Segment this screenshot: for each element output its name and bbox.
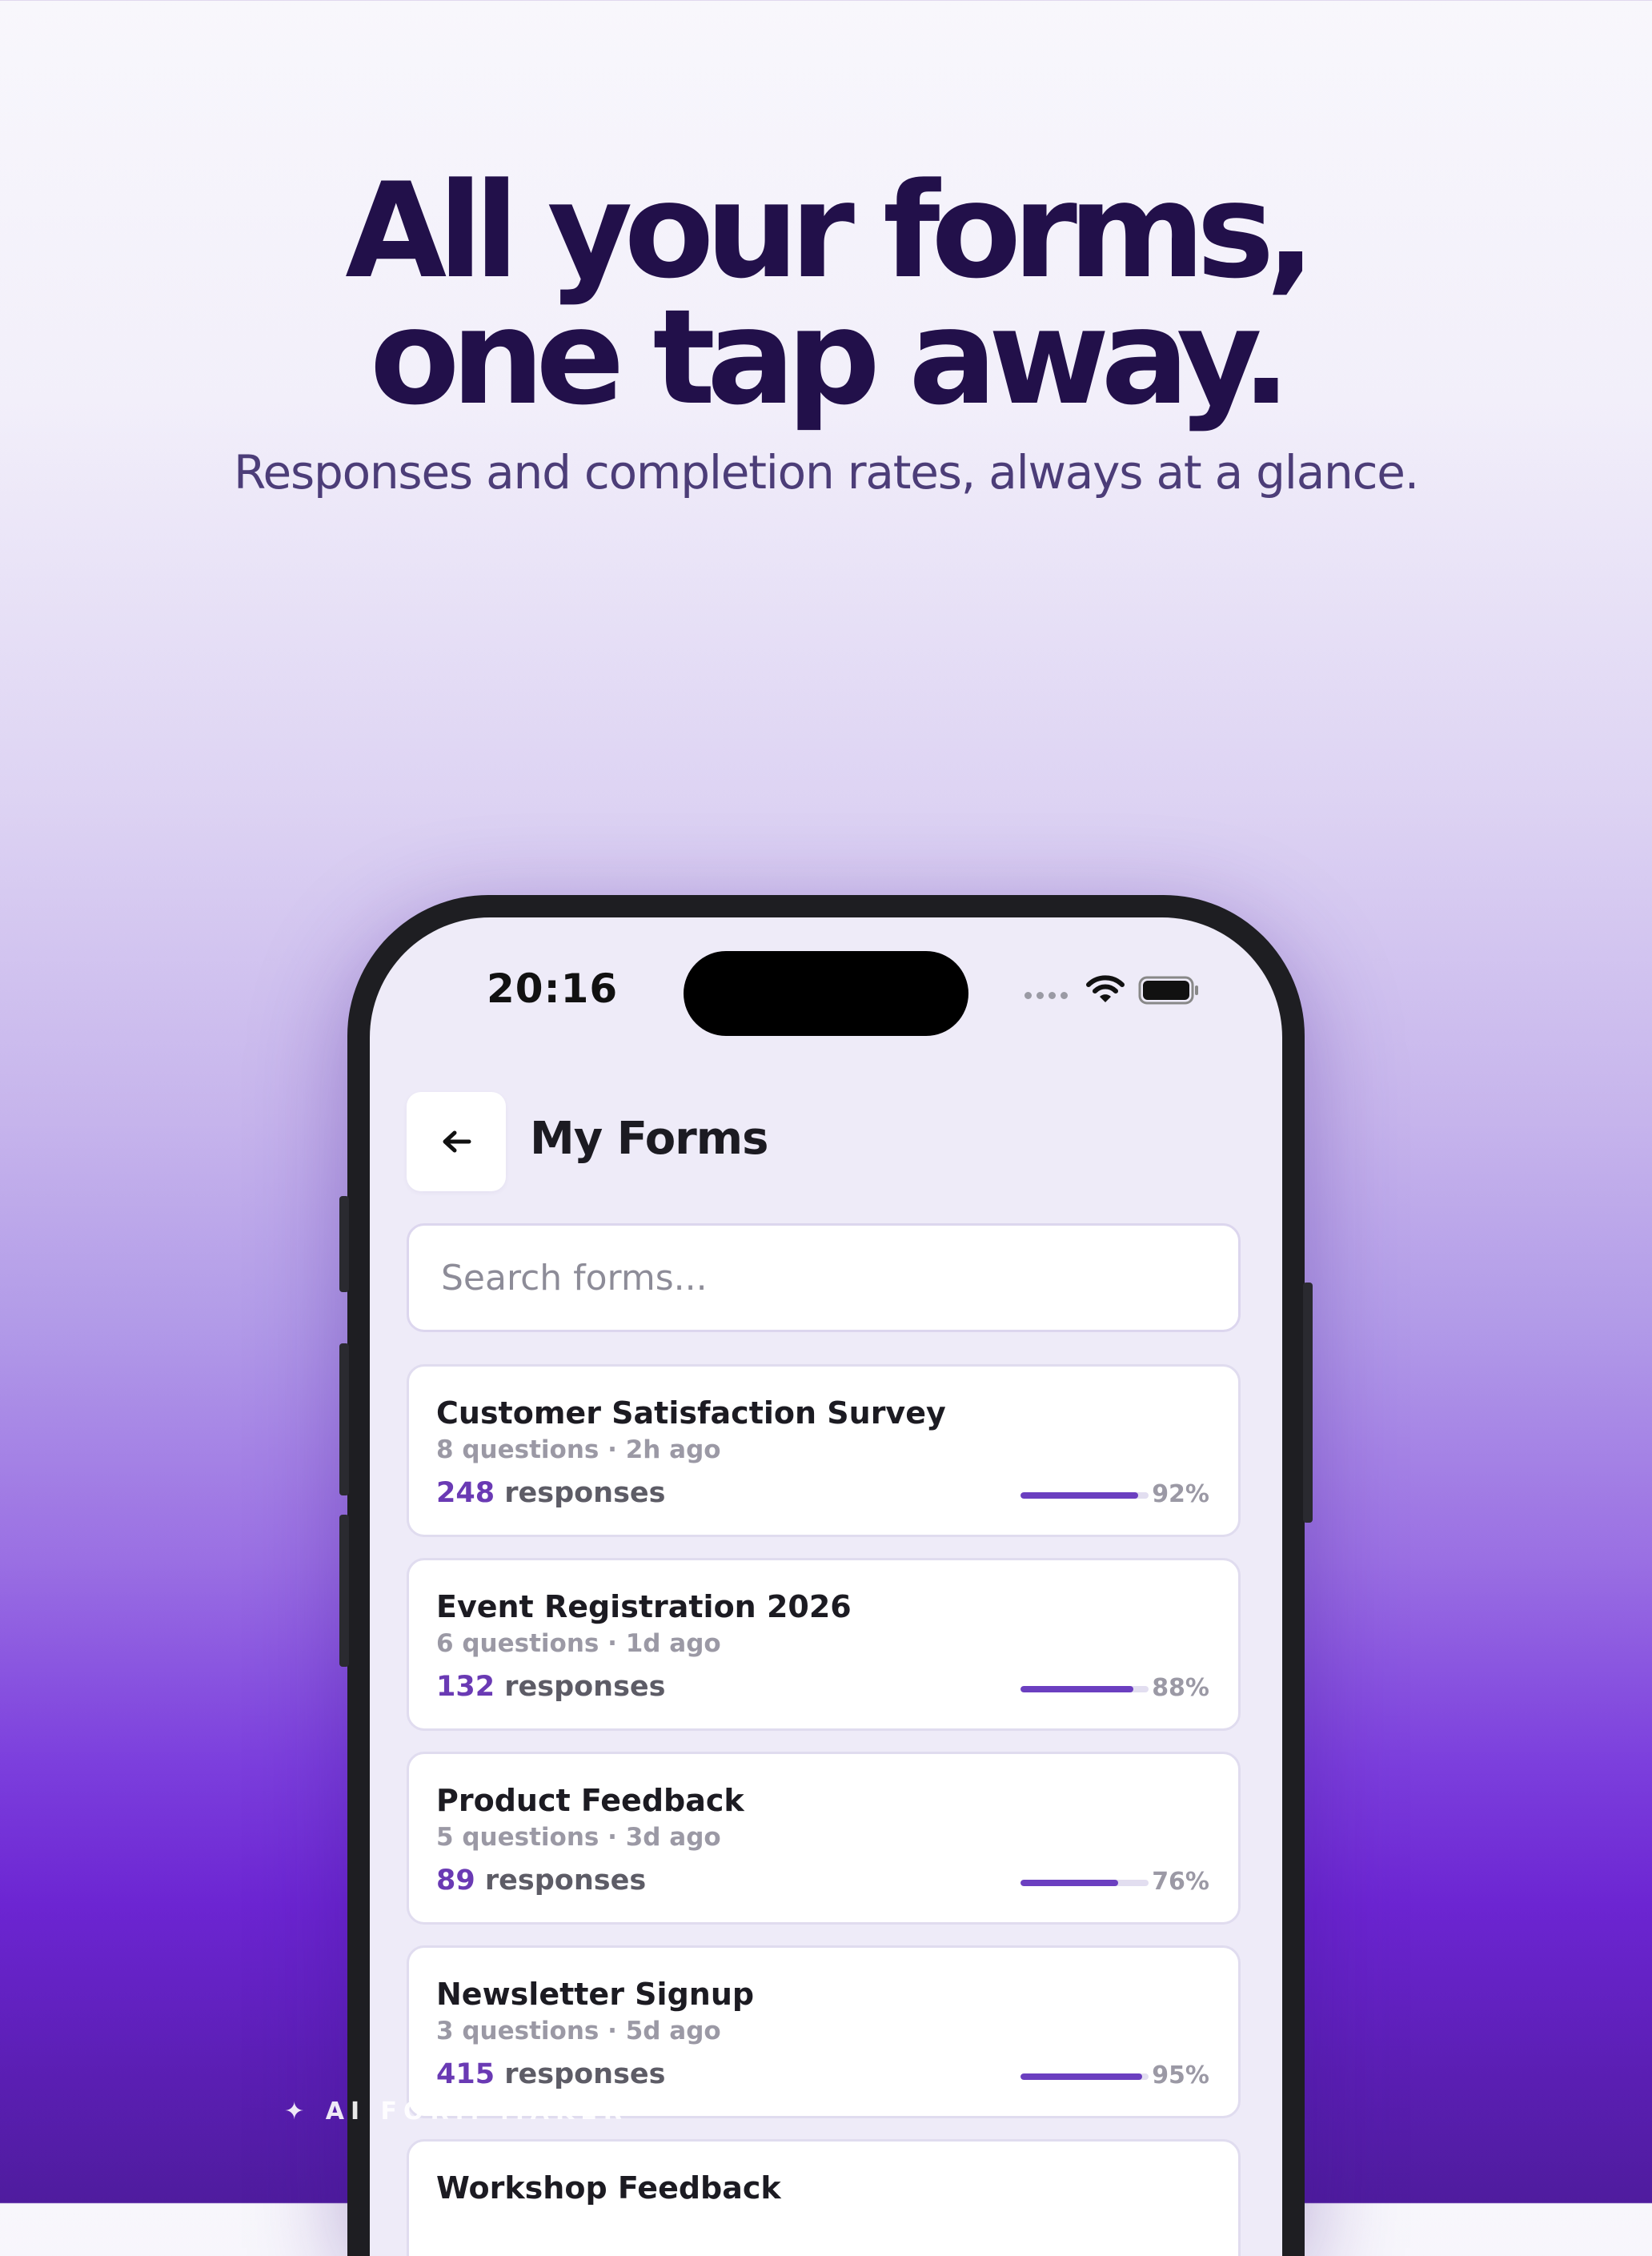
wifi-icon [1086,975,1125,1002]
form-meta: 6 questions · 1d ago [436,1629,721,1658]
hero-subheadline: Responses and completion rates, always a… [233,445,1419,500]
side-button-silent [339,1196,349,1292]
response-count: 415 [436,2058,495,2090]
form-responses: 132 responses [436,1671,666,1703]
form-title: Event Registration 2026 [436,1589,852,1624]
completion-percent: 76% [1152,1868,1209,1896]
completion-percent: 88% [1152,1674,1209,1702]
form-title: Customer Satisfaction Survey [436,1395,946,1431]
form-meta: 3 questions · 5d ago [436,2017,721,2045]
completion-bar [1020,1492,1149,1499]
completion-bar-fill [1020,1880,1118,1886]
form-title: Product Feedback [436,1783,744,1818]
forms-list: Customer Satisfaction Survey 8 questions… [407,1364,1241,2256]
form-card[interactable]: Product Feedback 5 questions · 3d ago 89… [407,1752,1241,1925]
status-time: 20:16 [487,965,619,1012]
completion-bar [1020,2073,1149,2080]
hero-headline-line-2: one tap away. [369,281,1291,434]
completion-bar [1020,1686,1149,1692]
response-label: responses [504,2058,666,2090]
form-meta: 5 questions · 3d ago [436,1823,721,1852]
completion-percent: 95% [1152,2061,1209,2089]
phone-screen: 20:16 My Forms Customer Satisfaction Sur… [370,917,1282,2256]
completion-bar [1020,1880,1149,1886]
response-label: responses [484,1865,647,1897]
hero-headline: All your forms, one tap away. [0,155,1652,434]
form-card[interactable]: Customer Satisfaction Survey 8 questions… [407,1364,1241,1537]
response-label: responses [504,1671,666,1703]
search-input[interactable] [407,1223,1241,1332]
form-card[interactable]: Workshop Feedback [407,2139,1241,2256]
form-card[interactable]: Event Registration 2026 6 questions · 1d… [407,1558,1241,1731]
dynamic-island [684,951,968,1036]
completion-bar-fill [1020,2073,1142,2080]
form-title: Workshop Feedback [436,2170,781,2206]
side-button-volume-up [339,1343,349,1495]
completion-bar-fill [1020,1492,1139,1499]
back-button[interactable] [407,1092,506,1191]
form-card[interactable]: Newsletter Signup 3 questions · 5d ago 4… [407,1945,1241,2118]
response-count: 248 [436,1477,495,1509]
hero-headline-line-1: All your forms, [345,155,1315,307]
arrow-left-icon [443,1130,471,1153]
cellular-signal-icon [1024,992,1068,999]
form-title: Newsletter Signup [436,1977,755,2012]
completion-bar-fill [1020,1686,1133,1692]
form-responses: 415 responses [436,2058,666,2090]
side-button-power [1303,1283,1313,1523]
form-responses: 248 responses [436,1477,666,1509]
battery-icon [1138,976,1198,1005]
side-button-volume-down [339,1515,349,1667]
completion-percent: 92% [1152,1480,1209,1508]
response-count: 89 [436,1865,475,1897]
response-count: 132 [436,1671,495,1703]
form-meta: 8 questions · 2h ago [436,1435,721,1464]
phone-frame: 20:16 My Forms Customer Satisfaction Sur… [339,895,1313,2256]
form-responses: 89 responses [436,1865,646,1897]
response-label: responses [504,1477,666,1509]
page-title: My Forms [530,1113,768,1165]
